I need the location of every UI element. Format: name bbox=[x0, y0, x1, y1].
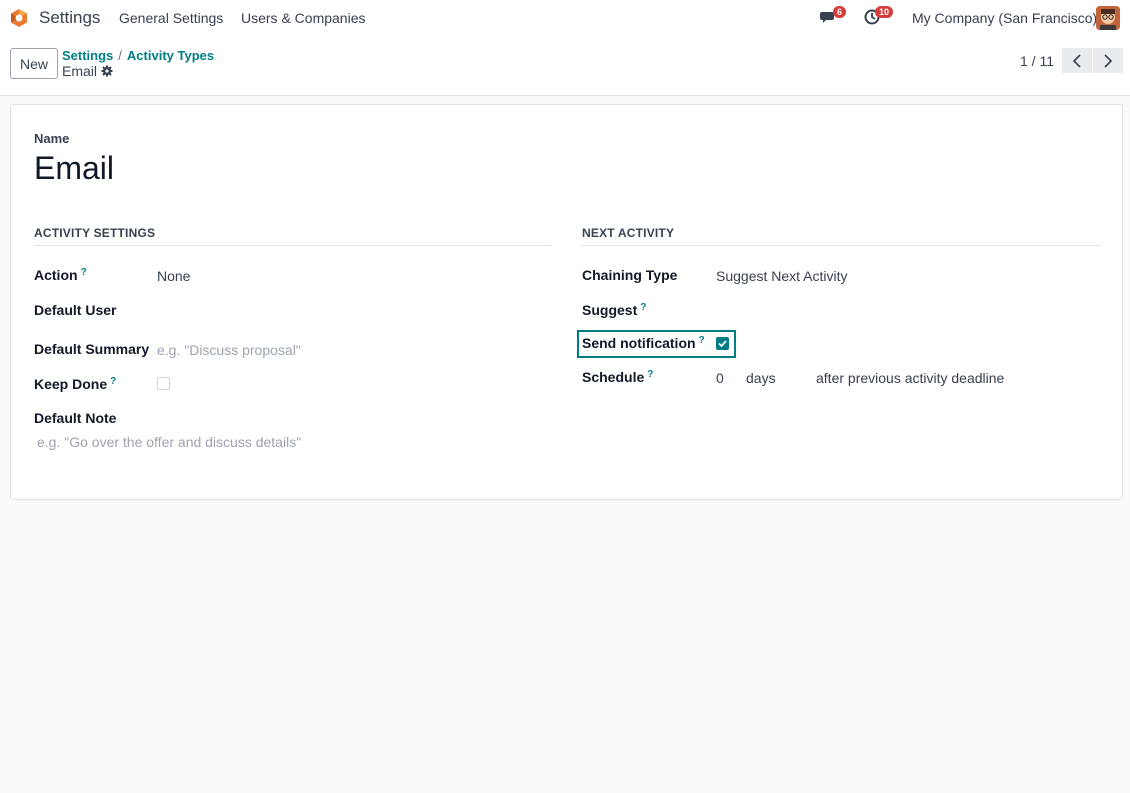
default-summary-input[interactable]: e.g. "Discuss proposal" bbox=[157, 342, 301, 358]
avatar-icon bbox=[1096, 6, 1120, 30]
pager-next-button[interactable] bbox=[1093, 48, 1123, 73]
activities-button[interactable]: 10 bbox=[864, 6, 894, 28]
schedule-relation-select[interactable]: after previous activity deadline bbox=[816, 370, 1004, 386]
schedule-label: Schedule? bbox=[582, 369, 653, 385]
suggest-help-icon[interactable]: ? bbox=[640, 302, 646, 313]
breadcrumb-activity-types[interactable]: Activity Types bbox=[127, 48, 214, 63]
keep-done-label: Keep Done? bbox=[34, 376, 116, 392]
send-notification-label-text: Send notification bbox=[582, 335, 696, 351]
breadcrumb: Settings / Activity Types bbox=[62, 48, 214, 63]
chaining-type-field[interactable]: Suggest Next Activity bbox=[716, 268, 848, 284]
action-label: Action? bbox=[34, 267, 87, 283]
chaining-type-label: Chaining Type bbox=[582, 267, 678, 283]
name-field[interactable]: Email bbox=[34, 150, 114, 187]
breadcrumb-settings[interactable]: Settings bbox=[62, 48, 113, 63]
default-summary-label: Default Summary bbox=[34, 341, 150, 357]
messages-badge: 6 bbox=[833, 6, 847, 18]
next-activity-title: NEXT ACTIVITY bbox=[582, 226, 1100, 246]
send-notification-label: Send notification? bbox=[582, 335, 705, 351]
keep-done-label-text: Keep Done bbox=[34, 376, 108, 392]
pager-previous-button[interactable] bbox=[1062, 48, 1092, 73]
chevron-right-icon bbox=[1104, 53, 1113, 68]
suggest-label: Suggest? bbox=[582, 302, 646, 318]
company-switcher[interactable]: My Company (San Francisco) bbox=[912, 10, 1097, 26]
action-field[interactable]: None bbox=[157, 268, 190, 284]
record-title: Email bbox=[62, 63, 113, 79]
default-note-label: Default Note bbox=[34, 410, 117, 426]
chevron-left-icon bbox=[1072, 53, 1081, 68]
record-name: Email bbox=[62, 63, 98, 79]
user-avatar[interactable] bbox=[1096, 6, 1120, 30]
gear-icon[interactable] bbox=[101, 65, 113, 77]
app-logo-icon[interactable] bbox=[9, 8, 29, 28]
form-sheet: Name Email ACTIVITY SETTINGS Action? Non… bbox=[10, 104, 1123, 500]
messages-button[interactable]: 6 bbox=[820, 6, 847, 28]
activity-settings-title: ACTIVITY SETTINGS bbox=[34, 226, 551, 246]
checkmark-icon bbox=[718, 340, 727, 348]
send-notification-help-icon[interactable]: ? bbox=[699, 335, 705, 346]
control-panel: New Settings / Activity Types Email 1 / 11 bbox=[0, 37, 1130, 96]
schedule-help-icon[interactable]: ? bbox=[647, 369, 653, 380]
suggest-label-text: Suggest bbox=[582, 302, 638, 318]
keep-done-checkbox[interactable] bbox=[157, 377, 170, 390]
new-button[interactable]: New bbox=[10, 48, 58, 79]
default-note-input[interactable]: e.g. "Go over the offer and discuss deta… bbox=[37, 434, 301, 450]
send-notification-checkbox[interactable] bbox=[716, 337, 729, 350]
name-label: Name bbox=[34, 131, 70, 146]
app-name[interactable]: Settings bbox=[39, 8, 100, 28]
action-label-text: Action bbox=[34, 267, 78, 283]
keep-done-help-icon[interactable]: ? bbox=[110, 376, 116, 387]
top-navbar: Settings General Settings Users & Compan… bbox=[0, 0, 1130, 37]
breadcrumb-separator: / bbox=[118, 48, 122, 63]
schedule-value-input[interactable]: 0 bbox=[716, 370, 724, 386]
schedule-label-text: Schedule bbox=[582, 369, 645, 385]
action-help-icon[interactable]: ? bbox=[81, 267, 87, 278]
activities-badge: 10 bbox=[875, 6, 894, 18]
default-user-label: Default User bbox=[34, 302, 117, 318]
menu-users-companies[interactable]: Users & Companies bbox=[241, 10, 366, 26]
pager-value[interactable]: 1 / 11 bbox=[1020, 53, 1054, 69]
menu-general-settings[interactable]: General Settings bbox=[119, 10, 223, 26]
schedule-unit-select[interactable]: days bbox=[746, 370, 776, 386]
